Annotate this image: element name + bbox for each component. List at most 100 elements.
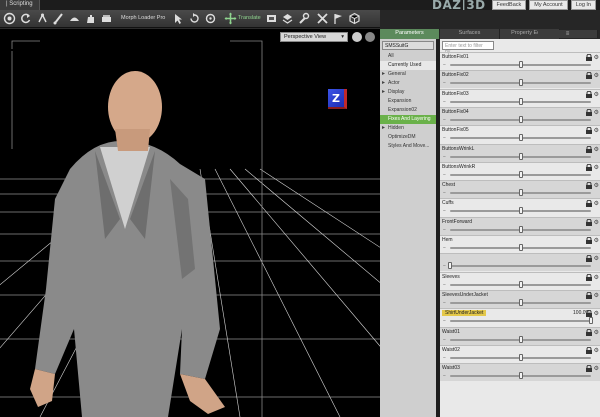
brush-icon[interactable] bbox=[316, 12, 329, 25]
group-item[interactable]: Expansion02 bbox=[380, 106, 436, 115]
3d-viewport[interactable]: Perspective View ▾ Z bbox=[0, 29, 380, 417]
gear-icon[interactable]: ⚙ bbox=[594, 292, 599, 299]
orientation-cube[interactable]: Z bbox=[328, 89, 347, 109]
parameter-slider-track[interactable] bbox=[450, 265, 591, 268]
flag-icon[interactable] bbox=[332, 12, 345, 25]
parameter-slider-knob[interactable] bbox=[589, 317, 593, 325]
stack-icon[interactable] bbox=[281, 12, 294, 25]
decrement-button[interactable]: − bbox=[443, 117, 446, 123]
parameter-slider-knob[interactable] bbox=[518, 61, 523, 68]
parameter-slider-knob[interactable] bbox=[518, 280, 523, 288]
decrement-button[interactable]: − bbox=[443, 373, 446, 379]
decrement-button[interactable]: − bbox=[443, 208, 446, 214]
parameter-slider-knob[interactable] bbox=[448, 262, 452, 270]
decrement-button[interactable]: − bbox=[443, 172, 446, 178]
tab-parameters[interactable]: Parameters bbox=[380, 29, 440, 39]
group-item[interactable]: Styles And Move... bbox=[380, 142, 436, 151]
parameter-slider-knob[interactable] bbox=[518, 115, 523, 123]
gear-icon[interactable]: ⚙ bbox=[594, 310, 599, 317]
group-item[interactable]: Currently Used bbox=[380, 61, 436, 70]
lock-icon[interactable] bbox=[585, 218, 593, 226]
lock-icon[interactable] bbox=[585, 163, 593, 171]
decrement-button[interactable]: − bbox=[443, 318, 446, 324]
login-link[interactable]: Log In bbox=[570, 0, 596, 10]
universal-icon[interactable] bbox=[36, 12, 49, 25]
gear-icon[interactable]: ⚙ bbox=[594, 54, 599, 61]
decrement-button[interactable]: − bbox=[443, 80, 446, 86]
select-arrow-icon[interactable] bbox=[172, 12, 185, 25]
decrement-button[interactable]: − bbox=[443, 245, 446, 251]
decrement-button[interactable]: − bbox=[443, 135, 446, 141]
group-item[interactable]: OptimizeDM bbox=[380, 133, 436, 142]
gear-icon[interactable]: ⚙ bbox=[594, 127, 599, 134]
lock-icon[interactable] bbox=[585, 145, 593, 153]
decrement-button[interactable]: − bbox=[443, 263, 446, 269]
node-icon[interactable] bbox=[265, 12, 278, 25]
group-item[interactable]: Expansion bbox=[380, 97, 436, 106]
decrement-button[interactable]: − bbox=[443, 282, 446, 288]
group-item[interactable]: Actor bbox=[380, 79, 436, 88]
view-options-icon[interactable] bbox=[352, 32, 362, 42]
node-select[interactable]: SMSSuitG bbox=[382, 41, 434, 50]
parameter-slider-knob[interactable] bbox=[518, 189, 523, 197]
group-item[interactable]: Fixes And Layering bbox=[380, 115, 436, 124]
feedback-link[interactable]: FeedBack bbox=[491, 0, 527, 10]
pane-menu-icon[interactable]: ≡ bbox=[538, 30, 598, 38]
parameter-slider-knob[interactable] bbox=[518, 335, 523, 343]
lock-icon[interactable] bbox=[585, 200, 593, 208]
gear-icon[interactable]: ⚙ bbox=[594, 91, 599, 98]
morph-loader-label[interactable]: Morph Loader Pro bbox=[121, 15, 165, 21]
lock-icon[interactable] bbox=[585, 291, 593, 299]
parameter-slider-knob[interactable] bbox=[518, 372, 523, 380]
gear-icon[interactable]: ⚙ bbox=[594, 347, 599, 354]
gear-icon[interactable]: ⚙ bbox=[594, 274, 599, 281]
gear-icon[interactable]: ⚙ bbox=[594, 72, 599, 79]
filter-input[interactable]: Enter text to filter by... bbox=[442, 41, 494, 55]
group-item[interactable]: Display bbox=[380, 88, 436, 97]
parameter-slider-knob[interactable] bbox=[518, 244, 523, 251]
gear-icon[interactable]: ⚙ bbox=[594, 109, 599, 116]
parameter-slider-knob[interactable] bbox=[518, 298, 523, 306]
sofa-icon[interactable] bbox=[100, 12, 113, 25]
parameter-slider-knob[interactable] bbox=[518, 134, 523, 142]
parameter-slider-knob[interactable] bbox=[518, 79, 523, 87]
lock-icon[interactable] bbox=[585, 328, 593, 336]
parameter-slider-knob[interactable] bbox=[518, 225, 523, 233]
gear-icon[interactable]: ⚙ bbox=[594, 219, 599, 226]
gear-icon[interactable]: ⚙ bbox=[594, 329, 599, 336]
cube-icon[interactable] bbox=[348, 12, 361, 25]
parameter-slider-knob[interactable] bbox=[518, 97, 523, 105]
lock-icon[interactable] bbox=[585, 108, 593, 116]
camera-icon[interactable] bbox=[365, 32, 375, 42]
tab-surfaces[interactable]: Surfaces bbox=[440, 29, 500, 39]
decrement-button[interactable]: − bbox=[443, 190, 446, 196]
decrement-button[interactable]: − bbox=[443, 99, 446, 105]
parameter-slider-knob[interactable] bbox=[518, 152, 523, 160]
view-select[interactable]: Perspective View ▾ bbox=[280, 32, 348, 42]
translate-icon[interactable] bbox=[224, 12, 237, 25]
lock-icon[interactable] bbox=[585, 255, 593, 263]
decrement-button[interactable]: − bbox=[443, 300, 446, 306]
lock-icon[interactable] bbox=[585, 273, 593, 281]
group-item[interactable]: All bbox=[380, 52, 436, 61]
parameter-value[interactable]: 100.0% bbox=[573, 310, 590, 316]
group-item[interactable]: General bbox=[380, 70, 436, 79]
group-item[interactable]: Hidden bbox=[380, 124, 436, 133]
gear-icon[interactable]: ⚙ bbox=[594, 365, 599, 372]
rotate-alt-icon[interactable] bbox=[204, 12, 217, 25]
hand-icon[interactable] bbox=[84, 12, 97, 25]
gear-icon[interactable]: ⚙ bbox=[594, 164, 599, 171]
lock-icon[interactable] bbox=[585, 181, 593, 190]
wrench-icon[interactable] bbox=[297, 12, 310, 25]
gear-icon[interactable]: ⚙ bbox=[594, 255, 599, 262]
parameter-slider-knob[interactable] bbox=[518, 170, 523, 178]
lock-icon[interactable] bbox=[585, 364, 593, 373]
lock-icon[interactable] bbox=[585, 346, 593, 354]
gear-icon[interactable]: ⚙ bbox=[594, 237, 599, 244]
gear-icon[interactable]: ⚙ bbox=[594, 182, 599, 189]
target-icon[interactable] bbox=[3, 12, 16, 25]
hat-icon[interactable] bbox=[68, 12, 81, 25]
parameter-slider-knob[interactable] bbox=[518, 207, 523, 215]
decrement-button[interactable]: − bbox=[443, 227, 446, 233]
parameter-slider-track[interactable] bbox=[450, 320, 591, 323]
